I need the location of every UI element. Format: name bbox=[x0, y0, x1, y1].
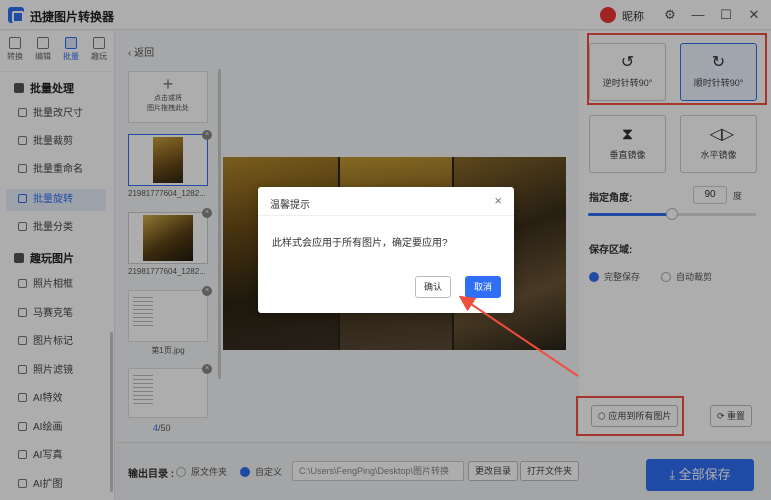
annotation-arrow bbox=[458, 295, 579, 377]
